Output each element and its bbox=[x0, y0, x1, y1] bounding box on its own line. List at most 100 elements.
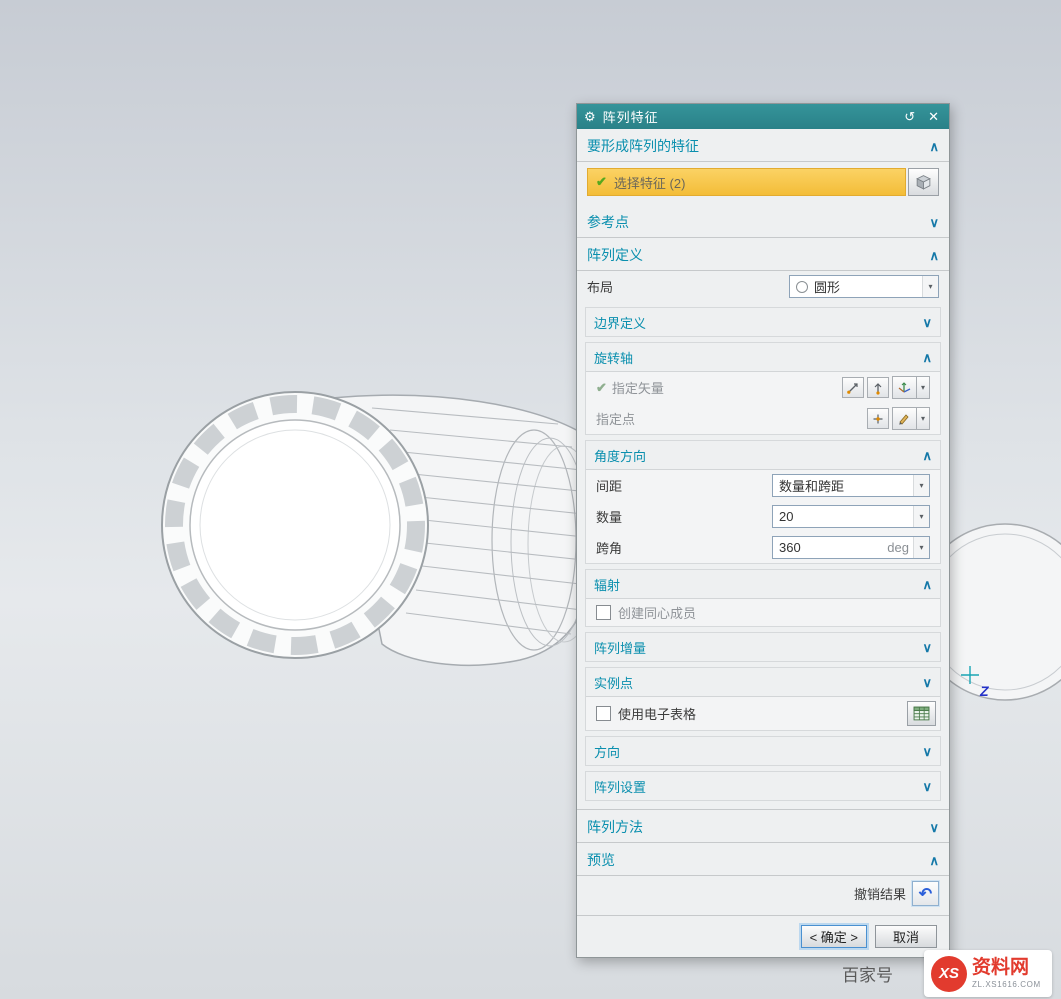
circular-layout-icon bbox=[796, 281, 808, 293]
chevron-up-icon[interactable]: ∧ bbox=[922, 351, 932, 364]
undo-result-label: 撤销结果 bbox=[854, 884, 906, 903]
subsection-title: 阵列设置 bbox=[594, 777, 646, 796]
subpanel-angle-direction: 角度方向 ∧ 间距 数量和跨距 ▾ 数量 20 ▾ 跨角 bbox=[585, 440, 941, 564]
create-concentric-checkbox[interactable] bbox=[596, 605, 611, 620]
spreadsheet-button[interactable] bbox=[907, 701, 936, 726]
vector-dialog-button[interactable] bbox=[842, 377, 864, 398]
subsection-header-angle-direction[interactable]: 角度方向 ∧ bbox=[586, 441, 940, 470]
vector-arrow-icon bbox=[871, 381, 885, 395]
span-angle-row: 跨角 360 deg ▾ bbox=[586, 532, 940, 563]
axis-cross-icon bbox=[961, 666, 979, 684]
count-label: 数量 bbox=[596, 507, 622, 526]
unit-dropdown[interactable]: deg bbox=[887, 540, 913, 555]
subsection-header-rotation-axis[interactable]: 旋转轴 ∧ bbox=[586, 343, 940, 372]
section-header-features-to-pattern[interactable]: 要形成阵列的特征 ∧ bbox=[577, 129, 949, 162]
layout-dropdown[interactable]: 圆形 ▾ bbox=[789, 275, 939, 298]
create-concentric-row: 创建同心成员 bbox=[586, 599, 940, 626]
chevron-down-icon[interactable]: ▾ bbox=[917, 376, 930, 399]
use-spreadsheet-checkbox[interactable] bbox=[596, 706, 611, 721]
subsection-header-radiate[interactable]: 辐射 ∧ bbox=[586, 570, 940, 599]
check-icon: ✔ bbox=[596, 174, 607, 190]
subsection-header-boundary[interactable]: 边界定义 ∨ bbox=[586, 308, 940, 336]
subsection-header-pattern-settings[interactable]: 阵列设置 ∨ bbox=[586, 772, 940, 800]
undo-icon: ↶ bbox=[919, 884, 932, 904]
section-title: 阵列定义 bbox=[587, 245, 643, 265]
section-header-pattern-definition[interactable]: 阵列定义 ∧ bbox=[577, 238, 949, 271]
chevron-up-icon[interactable]: ∧ bbox=[922, 578, 932, 591]
gear-end-face[interactable] bbox=[162, 392, 428, 658]
dialog-title: 阵列特征 bbox=[603, 107, 659, 126]
create-concentric-label: 创建同心成员 bbox=[618, 603, 696, 622]
point-method-split-button[interactable]: ▾ bbox=[892, 407, 930, 430]
section-title: 阵列方法 bbox=[587, 817, 643, 837]
chevron-down-icon[interactable]: ▾ bbox=[922, 276, 938, 297]
feature-cube-button[interactable] bbox=[908, 168, 939, 196]
chevron-up-icon[interactable]: ∧ bbox=[929, 249, 939, 262]
count-row: 数量 20 ▾ bbox=[586, 501, 940, 532]
undo-result-button[interactable]: ↶ bbox=[912, 881, 939, 906]
check-icon: ✔ bbox=[596, 380, 607, 396]
subsection-header-pattern-increment[interactable]: 阵列增量 ∨ bbox=[586, 633, 940, 661]
section-header-reference-point[interactable]: 参考点 ∨ bbox=[577, 205, 949, 238]
point-plus-icon bbox=[871, 412, 885, 426]
watermark-channel-label: 百家号 bbox=[842, 961, 893, 986]
subsection-title: 阵列增量 bbox=[594, 638, 646, 657]
logo-abbr: XS bbox=[939, 965, 959, 982]
layout-row: 布局 圆形 ▾ bbox=[577, 271, 949, 302]
chevron-up-icon[interactable]: ∧ bbox=[929, 140, 939, 153]
select-feature-field[interactable]: ✔ 选择特征 (2) bbox=[587, 168, 906, 196]
z-axis-label: Z bbox=[979, 683, 989, 699]
xs-logo-icon: XS bbox=[931, 956, 967, 992]
count-value: 20 bbox=[779, 509, 793, 524]
site-name: 资料网 bbox=[972, 958, 1041, 977]
inferred-vector-button[interactable] bbox=[867, 377, 889, 398]
chevron-down-icon[interactable]: ▾ bbox=[913, 506, 929, 527]
span-angle-input[interactable]: 360 deg ▾ bbox=[772, 536, 930, 559]
section-header-preview[interactable]: 预览 ∧ bbox=[577, 843, 949, 876]
count-input[interactable]: 20 ▾ bbox=[772, 505, 930, 528]
vector-method-split-button[interactable]: ▾ bbox=[892, 376, 930, 399]
subpanel-pattern-settings: 阵列设置 ∨ bbox=[585, 771, 941, 801]
subpanel-orientation: 方向 ∨ bbox=[585, 736, 941, 766]
dialog-titlebar[interactable]: ⚙ 阵列特征 ↺ ✕ bbox=[577, 104, 949, 129]
chevron-down-icon[interactable]: ▾ bbox=[913, 537, 929, 558]
chevron-up-icon[interactable]: ∧ bbox=[922, 449, 932, 462]
point-inferred-icon bbox=[892, 407, 917, 430]
chevron-down-icon[interactable]: ∨ bbox=[922, 780, 932, 793]
subpanel-rotation-axis: 旋转轴 ∧ ✔ 指定矢量 bbox=[585, 342, 941, 435]
cube-icon bbox=[915, 174, 932, 191]
chevron-down-icon[interactable]: ∨ bbox=[922, 641, 932, 654]
cancel-button[interactable]: 取消 bbox=[875, 925, 937, 948]
point-dialog-button[interactable] bbox=[867, 408, 889, 429]
site-url: ZL.XS1616.COM bbox=[972, 980, 1041, 989]
chevron-up-icon[interactable]: ∧ bbox=[929, 854, 939, 867]
gear-icon: ⚙ bbox=[584, 110, 596, 123]
close-button[interactable]: ✕ bbox=[925, 109, 942, 124]
chevron-down-icon[interactable]: ∨ bbox=[929, 821, 939, 834]
subsection-header-orientation[interactable]: 方向 ∨ bbox=[586, 737, 940, 765]
subsection-title: 辐射 bbox=[594, 575, 620, 594]
watermark-text-block: 资料网 ZL.XS1616.COM bbox=[972, 958, 1041, 989]
chevron-down-icon[interactable]: ∨ bbox=[922, 316, 932, 329]
chevron-down-icon[interactable]: ∨ bbox=[929, 216, 939, 229]
chevron-down-icon[interactable]: ∨ bbox=[922, 745, 932, 758]
reset-button[interactable]: ↺ bbox=[901, 109, 918, 124]
chevron-down-icon[interactable]: ▾ bbox=[917, 407, 930, 430]
axis-triad-icon bbox=[892, 376, 917, 399]
section-title: 参考点 bbox=[587, 212, 629, 232]
use-spreadsheet-row: 使用电子表格 bbox=[586, 697, 940, 730]
watermark-logo: XS 资料网 ZL.XS1616.COM bbox=[924, 950, 1052, 997]
spacing-value: 数量和跨距 bbox=[779, 476, 844, 495]
subpanel-instance-points: 实例点 ∨ 使用电子表格 bbox=[585, 667, 941, 731]
subpanel-boundary-definition: 边界定义 ∨ bbox=[585, 307, 941, 337]
section-header-pattern-method[interactable]: 阵列方法 ∨ bbox=[577, 809, 949, 843]
dialog-footer: < 确定 > 取消 bbox=[577, 915, 949, 957]
chevron-down-icon[interactable]: ▾ bbox=[913, 475, 929, 496]
ok-button[interactable]: < 确定 > bbox=[801, 925, 867, 948]
two-point-vector-icon bbox=[846, 381, 860, 395]
chevron-down-icon[interactable]: ∨ bbox=[922, 676, 932, 689]
subsection-header-instance-points[interactable]: 实例点 ∨ bbox=[586, 668, 940, 697]
spacing-dropdown[interactable]: 数量和跨距 ▾ bbox=[772, 474, 930, 497]
subsection-title: 边界定义 bbox=[594, 313, 646, 332]
subpanel-pattern-increment: 阵列增量 ∨ bbox=[585, 632, 941, 662]
